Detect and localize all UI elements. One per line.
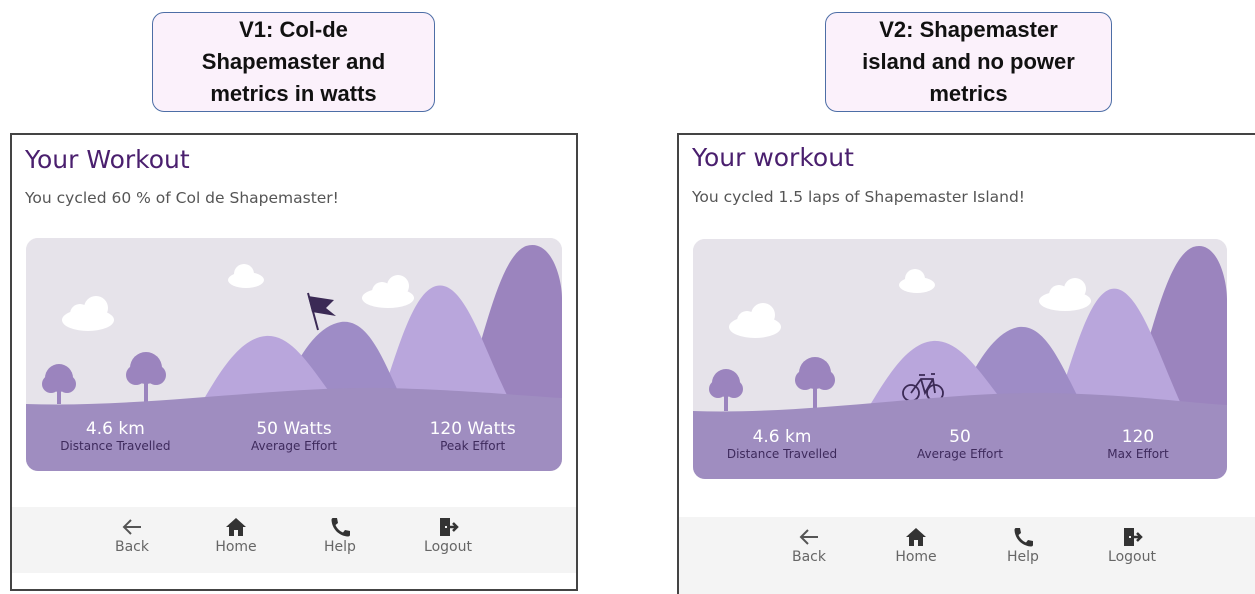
stat-label: Distance Travelled <box>726 447 838 461</box>
v1-label-line1: V1: Col-de <box>239 17 348 42</box>
v1-summary-text: You cycled 60 % of Col de Shapemaster! <box>25 189 339 207</box>
stat-label: Distance Travelled <box>60 439 171 453</box>
v2-workout-screen: Your workout You cycled 1.5 laps of Shap… <box>677 133 1255 594</box>
logout-button[interactable]: Logout <box>1092 527 1172 565</box>
home-button[interactable]: Home <box>876 527 956 565</box>
v2-label-line1: V2: Shapemaster <box>879 17 1058 42</box>
help-button[interactable]: Help <box>983 527 1063 565</box>
stat-label: Average Effort <box>251 439 337 453</box>
stat-label: Peak Effort <box>440 439 506 453</box>
logout-icon <box>440 518 459 536</box>
v1-workout-card: 4.6 km Distance Travelled 50 Watts Avera… <box>26 238 562 471</box>
v1-label-line3: metrics in watts <box>210 81 377 106</box>
home-icon <box>906 528 926 546</box>
back-arrow-icon <box>122 519 141 535</box>
back-arrow-icon <box>799 529 818 545</box>
home-label: Home <box>895 549 937 565</box>
v2-page-title: Your workout <box>692 143 854 172</box>
stat-value: 4.6 km <box>85 419 145 439</box>
stat-value: 120 Watts <box>429 419 516 439</box>
home-label: Home <box>215 539 257 555</box>
stat-average-effort: 50 Watts Average Effort <box>205 419 384 453</box>
v1-bottom-nav: Back Home Help Logout <box>12 507 576 573</box>
v1-page-title: Your Workout <box>25 145 190 174</box>
v2-label-line2: island and no power <box>862 49 1075 74</box>
v2-bottom-nav: Back Home Help Logout <box>679 517 1255 594</box>
home-icon <box>226 518 246 536</box>
stat-label: Average Effort <box>917 447 1003 461</box>
stat-max-effort: 120 Max Effort <box>1049 427 1227 461</box>
logout-label: Logout <box>1108 549 1156 565</box>
v2-label-box: V2: Shapemaster island and no power metr… <box>825 12 1112 112</box>
phone-icon <box>1014 528 1033 547</box>
back-label: Back <box>115 539 149 555</box>
stat-distance: 4.6 km Distance Travelled <box>693 427 871 461</box>
logout-icon <box>1124 528 1143 546</box>
v2-stats-row: 4.6 km Distance Travelled 50 Average Eff… <box>693 427 1227 461</box>
back-button[interactable]: Back <box>92 517 172 555</box>
v1-label-line2: Shapemaster and <box>201 49 386 74</box>
v2-workout-card: 4.6 km Distance Travelled 50 Average Eff… <box>693 239 1227 479</box>
home-button[interactable]: Home <box>196 517 276 555</box>
back-button[interactable]: Back <box>769 527 849 565</box>
stat-peak-effort: 120 Watts Peak Effort <box>383 419 562 453</box>
stat-value: 50 Watts <box>256 419 332 439</box>
help-label: Help <box>1007 549 1039 565</box>
logout-label: Logout <box>424 539 472 555</box>
help-label: Help <box>324 539 356 555</box>
stat-value: 4.6 km <box>752 427 812 447</box>
back-label: Back <box>792 549 826 565</box>
logout-button[interactable]: Logout <box>408 517 488 555</box>
phone-icon <box>331 518 350 537</box>
v1-label-box: V1: Col-de Shapemaster and metrics in wa… <box>152 12 435 112</box>
help-button[interactable]: Help <box>300 517 380 555</box>
v2-summary-text: You cycled 1.5 laps of Shapemaster Islan… <box>692 188 1026 206</box>
stat-value: 50 <box>949 427 971 447</box>
v1-stats-row: 4.6 km Distance Travelled 50 Watts Avera… <box>26 419 562 453</box>
stat-distance: 4.6 km Distance Travelled <box>26 419 205 453</box>
v2-label-line3: metrics <box>929 81 1008 106</box>
stat-average-effort: 50 Average Effort <box>871 427 1049 461</box>
stat-label: Max Effort <box>1107 447 1169 461</box>
stat-value: 120 <box>1121 427 1155 447</box>
v1-workout-screen: Your Workout You cycled 60 % of Col de S… <box>10 133 578 591</box>
